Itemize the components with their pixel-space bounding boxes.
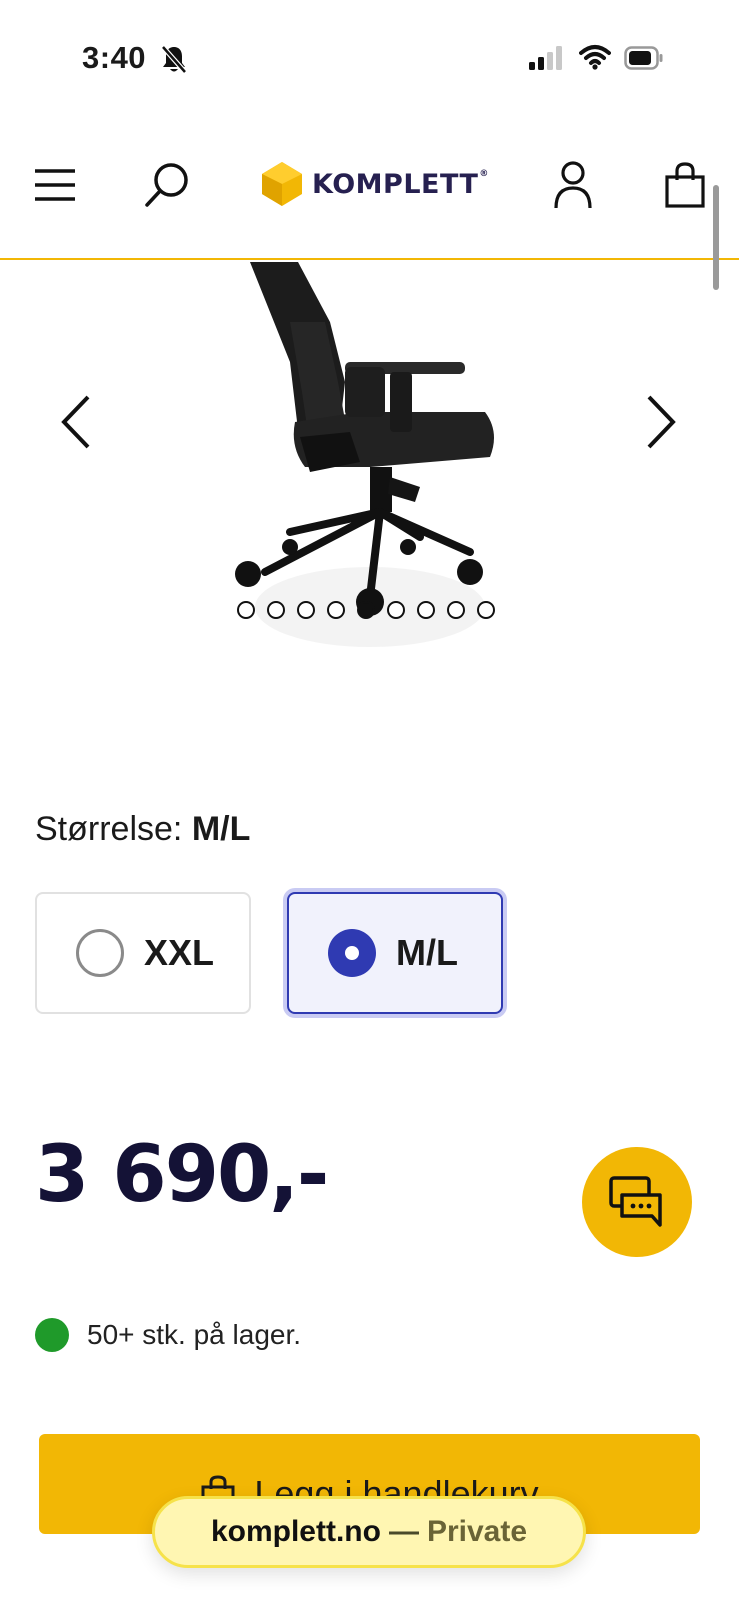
size-option-ml[interactable]: M/L	[287, 892, 503, 1014]
browsing-mode: Private	[426, 1515, 528, 1548]
gallery-dot[interactable]	[267, 601, 285, 619]
size-option-label: M/L	[396, 932, 458, 973]
gallery-next-button[interactable]	[632, 382, 692, 462]
user-icon	[554, 161, 592, 209]
search-icon	[145, 163, 188, 207]
logo-text: KOMPLETT®	[312, 168, 489, 200]
battery-icon	[624, 46, 664, 75]
signal-icon	[529, 46, 565, 75]
gallery-dot[interactable]	[327, 601, 345, 619]
product-price: 3 690,-	[35, 1130, 329, 1220]
size-label: Størrelse: M/L	[35, 810, 250, 849]
size-option-xxl[interactable]: XXL	[35, 892, 251, 1014]
gallery-dot[interactable]	[387, 601, 405, 619]
stock-status: 50+ stk. på lager.	[35, 1318, 301, 1352]
size-option-label: XXL	[144, 932, 215, 973]
wifi-icon	[579, 44, 611, 75]
gallery-dot[interactable]	[237, 601, 255, 619]
size-selected-value: M/L	[191, 810, 251, 848]
gallery-dot[interactable]	[477, 601, 495, 619]
status-bar: 3:40	[0, 0, 739, 100]
menu-icon	[35, 169, 75, 201]
cart-icon	[665, 162, 705, 208]
gallery-dot[interactable]	[297, 601, 315, 619]
logo-mark-icon	[262, 162, 302, 206]
status-time: 3:40	[82, 40, 147, 75]
stock-text: 50+ stk. på lager.	[87, 1319, 302, 1350]
gallery-dot[interactable]	[447, 601, 465, 619]
product-gallery[interactable]	[0, 262, 739, 662]
url-host: komplett.no	[210, 1515, 381, 1548]
komplett-logo[interactable]: KOMPLETT®	[260, 158, 489, 210]
gallery-prev-button[interactable]	[45, 382, 105, 462]
chevron-left-icon	[61, 395, 90, 449]
chat-icon	[609, 1176, 662, 1227]
size-label-prefix: Størrelse:	[35, 810, 183, 848]
bell-slash-icon	[160, 44, 188, 79]
gallery-dot-active[interactable]	[357, 601, 375, 619]
search-button[interactable]	[140, 158, 194, 212]
url-separator: —	[388, 1515, 419, 1548]
browser-address-pill[interactable]: komplett.no — Private	[152, 1496, 586, 1568]
chat-button[interactable]	[582, 1147, 692, 1257]
radio-unchecked[interactable]	[76, 929, 124, 977]
site-header: KOMPLETT®	[0, 130, 739, 260]
gallery-pagination	[237, 601, 495, 619]
cart-button[interactable]	[658, 156, 712, 214]
chevron-right-icon	[647, 395, 676, 449]
menu-button[interactable]	[30, 160, 80, 210]
in-stock-indicator	[35, 1318, 69, 1352]
account-button[interactable]	[548, 156, 598, 214]
radio-checked[interactable]	[328, 929, 376, 977]
gallery-dot[interactable]	[417, 601, 435, 619]
